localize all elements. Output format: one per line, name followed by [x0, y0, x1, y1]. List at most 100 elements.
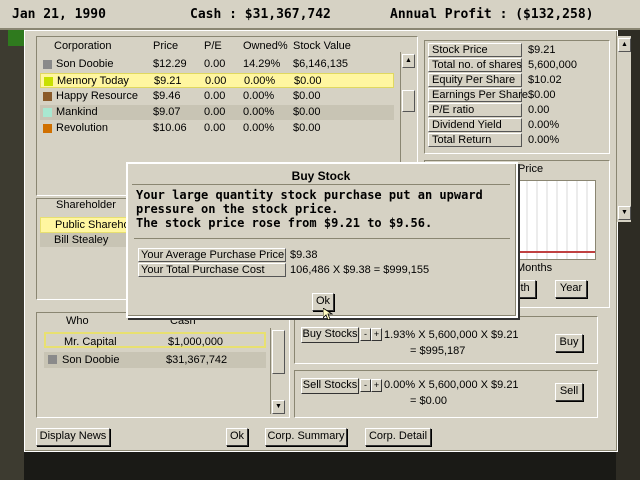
corporation-row[interactable]: Memory Today $9.21 0.00 0.00% $0.00 — [40, 73, 394, 88]
scroll-thumb[interactable] — [402, 90, 415, 112]
stat-value: 0.00% — [528, 134, 560, 146]
avg-price-value: $9.38 — [290, 249, 318, 261]
corporation-pe: 0.00 — [204, 122, 226, 134]
stat-row: Total no. of shares 5,600,000 — [428, 58, 606, 73]
corporation-value: $0.00 — [293, 90, 321, 102]
game-date: Jan 21, 1990 — [12, 7, 106, 22]
corporation-color-swatch — [43, 108, 52, 117]
sell-increase-button[interactable]: + — [371, 379, 382, 392]
stat-value: 0.00 — [528, 104, 550, 116]
who-scrollbar[interactable]: ▼ — [270, 328, 285, 414]
corporation-owned: 0.00% — [243, 122, 275, 134]
corporation-pe: 0.00 — [205, 75, 227, 87]
buy-button[interactable]: Buy — [555, 334, 583, 352]
stat-row: P/E ratio 0.00 — [428, 103, 606, 118]
corporation-color-swatch — [44, 77, 53, 86]
player-name: Son Doobie — [62, 354, 120, 366]
scroll-up-icon[interactable]: ▲ — [618, 38, 631, 52]
shareholder-row[interactable]: Public Shareho — [40, 217, 132, 233]
annual-profit-readout: Annual Profit : ($132,258) — [390, 7, 594, 22]
buy-result: = $995,187 — [410, 345, 466, 357]
scroll-down-icon[interactable]: ▼ — [618, 206, 631, 220]
dialog-divider — [134, 238, 510, 239]
corporation-price: $10.06 — [153, 122, 187, 134]
stat-row: Dividend Yield 0.00% — [428, 118, 606, 133]
who-row[interactable]: Son Doobie $31,367,742 — [44, 352, 266, 368]
corporation-owned: 14.29% — [243, 58, 281, 70]
cash-readout: Cash : $31,367,742 — [190, 7, 331, 22]
col-corporation: Corporation — [54, 40, 112, 52]
corporation-pe: 0.00 — [204, 90, 226, 102]
buy-stock-dialog: Buy Stock Your large quantity stock purc… — [126, 162, 518, 320]
corporation-pe: 0.00 — [204, 58, 226, 70]
backdrop-bottom — [24, 452, 616, 480]
stat-label: Total no. of shares — [428, 58, 522, 72]
corporation-row[interactable]: Mankind $9.07 0.00 0.00% $0.00 — [40, 105, 394, 120]
who-row[interactable]: Mr. Capital $1,000,000 — [44, 332, 266, 348]
ok-button[interactable]: Ok — [226, 428, 248, 446]
window-scrollbar[interactable]: ▲ ▼ — [616, 36, 631, 222]
stat-row: Equity Per Share $10.02 — [428, 73, 606, 88]
corporation-name: Mankind — [56, 106, 98, 118]
corporation-row[interactable]: Revolution $10.06 0.00 0.00% $0.00 — [40, 121, 394, 136]
col-price: Price — [153, 40, 179, 52]
total-cost-label: Your Total Purchase Cost — [138, 263, 286, 277]
stat-label: Dividend Yield — [428, 118, 522, 132]
dialog-line-1: Your large quantity stock purchase put a… — [136, 188, 483, 202]
year-button[interactable]: Year — [555, 280, 587, 298]
corp-detail-button[interactable]: Corp. Detail — [365, 428, 431, 446]
dialog-message: Your large quantity stock purchase put a… — [136, 188, 483, 230]
corporation-price: $9.21 — [154, 75, 182, 87]
stat-value: 0.00% — [528, 119, 560, 131]
dialog-line-3: The stock price rose from $9.21 to $9.56… — [136, 216, 433, 230]
col-stock-value: Stock Value — [293, 40, 351, 52]
corporation-row[interactable]: Son Doobie $12.29 0.00 14.29% $6,146,135 — [40, 57, 394, 72]
sell-button[interactable]: Sell — [555, 383, 583, 401]
sell-decrease-button[interactable]: - — [360, 379, 371, 392]
buy-formula: 1.93% X 5,600,000 X $9.21 — [384, 329, 519, 341]
buy-stocks-label: Buy Stocks — [301, 327, 359, 343]
corporation-value: $0.00 — [293, 122, 321, 134]
sell-stocks-label: Sell Stocks — [301, 378, 359, 394]
corporation-value: $6,146,135 — [293, 58, 349, 70]
stat-label: Stock Price — [428, 43, 522, 57]
corporation-owned: 0.00% — [243, 106, 275, 118]
corporation-row[interactable]: Happy Resource $9.46 0.00 0.00% $0.00 — [40, 89, 394, 104]
display-news-button[interactable]: Display News — [36, 428, 110, 446]
corporation-name: Son Doobie — [56, 58, 114, 70]
scroll-thumb[interactable] — [272, 330, 285, 374]
col-pe: P/E — [204, 40, 222, 52]
corporation-owned: 0.00% — [243, 90, 275, 102]
buy-decrease-button[interactable]: - — [360, 328, 371, 341]
corporation-pe: 0.00 — [204, 106, 226, 118]
player-cash: $1,000,000 — [168, 336, 224, 348]
buy-increase-button[interactable]: + — [371, 328, 382, 341]
stat-value: $9.21 — [528, 44, 556, 56]
corporation-name: Revolution — [56, 122, 108, 134]
player-color-swatch — [48, 355, 57, 364]
shareholder-name: Public Shareho — [55, 219, 130, 231]
dialog-line-2: pressure on the stock price. — [136, 202, 339, 216]
corporation-color-swatch — [43, 124, 52, 133]
stat-label: Total Return — [428, 133, 522, 147]
corp-summary-button[interactable]: Corp. Summary — [265, 428, 347, 446]
stat-label: P/E ratio — [428, 103, 522, 117]
chart-title: Price — [518, 163, 544, 175]
cursor-icon — [323, 308, 333, 320]
corporation-color-swatch — [43, 60, 52, 69]
player-name: Mr. Capital — [64, 336, 117, 348]
stat-row: Stock Price $9.21 — [428, 43, 606, 58]
col-owned: Owned% — [243, 40, 288, 52]
corporation-name: Happy Resource — [56, 90, 138, 102]
scroll-down-icon[interactable]: ▼ — [272, 400, 285, 414]
sell-formula: 0.00% X 5,600,000 X $9.21 — [384, 379, 519, 391]
total-cost-value: 106,486 X $9.38 = $999,155 — [290, 264, 430, 276]
shareholder-header: Shareholder — [56, 199, 116, 211]
stat-label: Earnings Per Share — [428, 88, 528, 102]
scroll-up-icon[interactable]: ▲ — [402, 54, 415, 68]
months-label: Months — [516, 262, 553, 274]
stat-value: $10.02 — [528, 74, 562, 86]
corporation-value: $0.00 — [294, 75, 322, 87]
shareholder-row[interactable]: Bill Stealey — [40, 233, 130, 247]
corporation-color-swatch — [43, 92, 52, 101]
